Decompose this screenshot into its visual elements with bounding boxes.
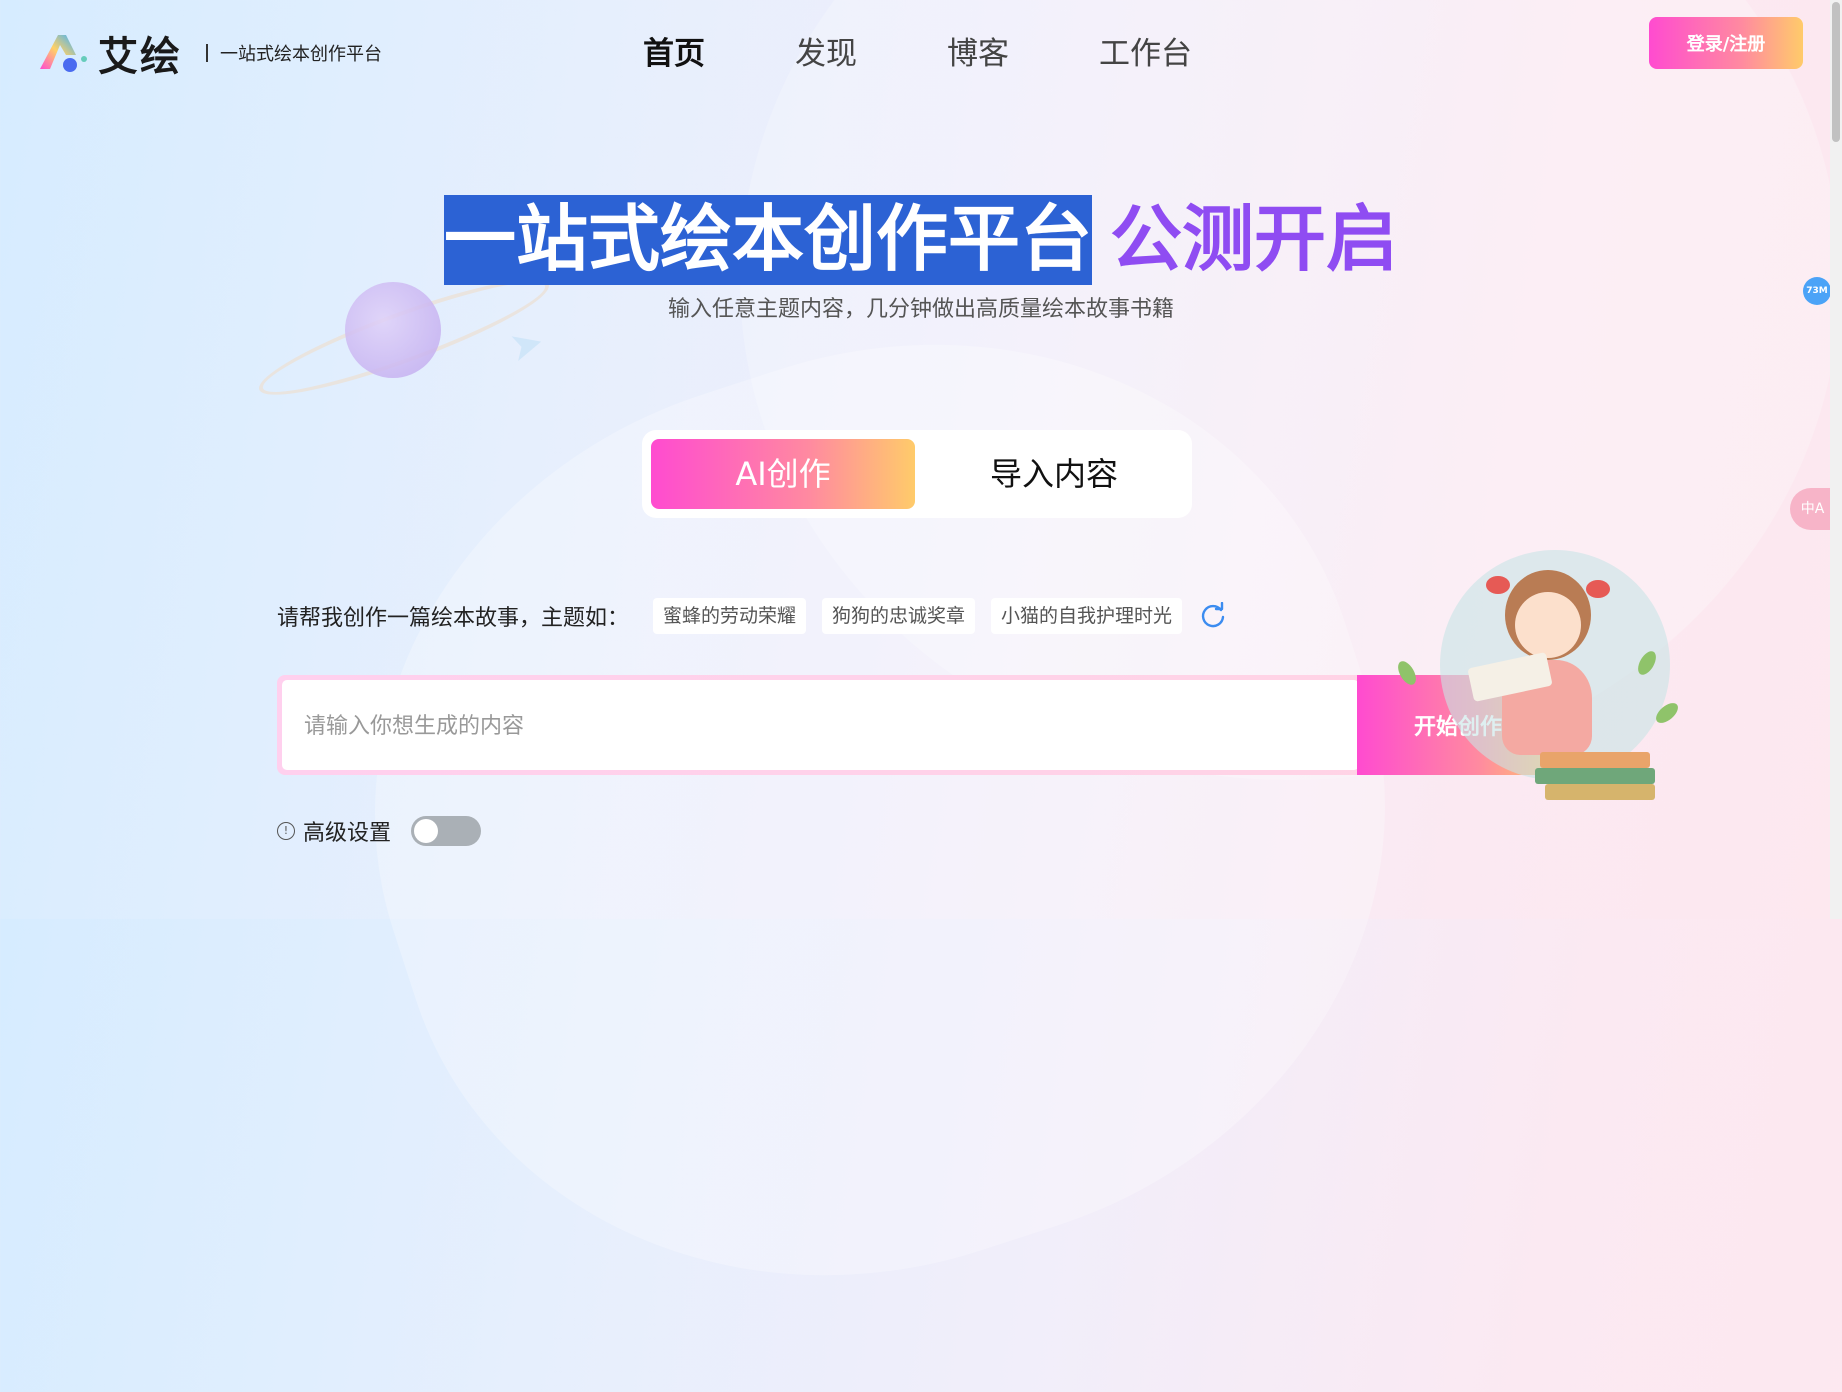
scrollbar[interactable] [1830, 0, 1842, 919]
book-stack [1540, 752, 1650, 768]
scrollbar-thumb[interactable] [1832, 2, 1840, 142]
info-icon[interactable]: ! [277, 822, 295, 840]
nav-item-blog[interactable]: 博客 [947, 28, 1009, 73]
suggestion-chip[interactable]: 狗狗的忠诚奖章 [822, 598, 976, 634]
book-stack [1545, 784, 1655, 800]
main-nav: 首页 发现 博客 工作台 [0, 28, 1842, 72]
hero-title-accent: 公测开启 [1110, 197, 1399, 281]
advanced-settings-toggle[interactable] [411, 816, 482, 846]
advanced-settings-label: 高级设置 [303, 821, 392, 846]
reading-girl-illustration [1390, 540, 1690, 800]
girl-face [1515, 592, 1581, 658]
refresh-icon[interactable] [1198, 601, 1228, 631]
hero-subtitle: 输入任意主题内容，几分钟做出高质量绘本故事书籍 [667, 297, 1174, 322]
tab-ai-create[interactable]: AI创作 [651, 439, 915, 509]
suggestion-chip[interactable]: 小猫的自我护理时光 [991, 598, 1183, 634]
hair-bow [1586, 580, 1610, 598]
prompt-suggestions: 请帮我创作一篇绘本故事，主题如： 蜜蜂的劳动荣耀 狗狗的忠诚奖章 小猫的自我护理… [277, 598, 1228, 634]
paper-plane-icon: ➤ [504, 318, 549, 372]
hair-bow [1486, 576, 1510, 594]
toggle-knob [414, 819, 439, 843]
advanced-settings: ! 高级设置 [277, 815, 482, 847]
translate-icon[interactable]: 中A [1790, 488, 1835, 530]
hero-title-main: 一站式绘本创作平台 [443, 195, 1092, 285]
tab-import-content[interactable]: 导入内容 [925, 439, 1183, 509]
suggestion-chip[interactable]: 蜜蜂的劳动荣耀 [653, 598, 807, 634]
book-stack [1535, 768, 1655, 784]
login-register-button[interactable]: 登录/注册 [1649, 17, 1803, 69]
mode-tabs: AI创作 导入内容 [642, 430, 1192, 518]
nav-item-workbench[interactable]: 工作台 [1099, 28, 1192, 73]
nav-item-discover[interactable]: 发现 [795, 28, 857, 73]
hero-title: 一站式绘本创作平台 公测开启 [0, 180, 1842, 285]
prompt-input-box [282, 680, 1359, 772]
leaf-decoration [1394, 658, 1420, 688]
memory-badge[interactable]: 73M [1803, 277, 1831, 305]
nav-item-home[interactable]: 首页 [643, 28, 705, 73]
prompt-label: 请帮我创作一篇绘本故事，主题如： [277, 606, 630, 631]
prompt-input[interactable] [302, 680, 1346, 772]
prompt-input-wrapper: 开始创作 [277, 675, 1559, 775]
